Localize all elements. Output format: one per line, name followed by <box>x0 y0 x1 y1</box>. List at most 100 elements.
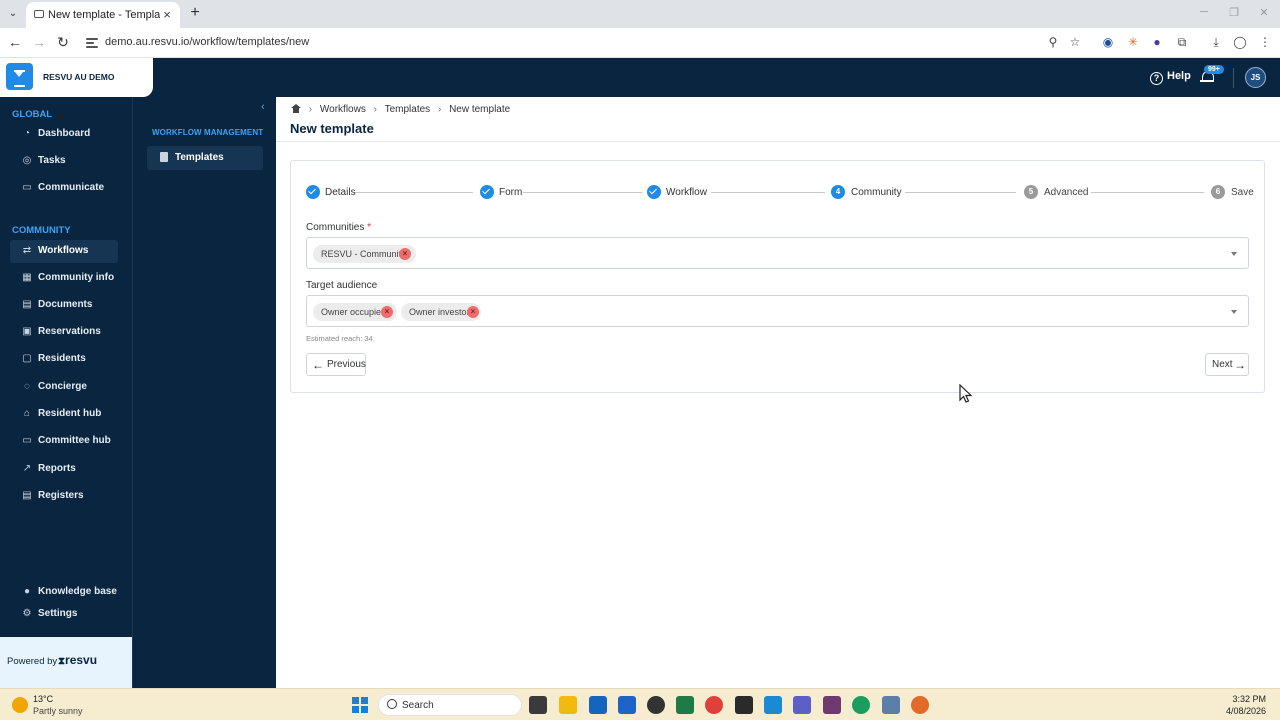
chrome-icon[interactable] <box>705 696 723 714</box>
weather-sun-icon[interactable] <box>12 697 28 713</box>
sidebar-item-tasks[interactable]: ◎ Tasks <box>10 150 118 173</box>
reservations-icon: ▣ <box>22 326 32 337</box>
extensions-puzzle-icon[interactable]: ⧉ <box>1175 35 1189 49</box>
word-icon[interactable] <box>618 696 636 714</box>
sidebar-item-label: Tasks <box>38 155 66 166</box>
dropdown-arrow-icon[interactable] <box>1231 252 1237 256</box>
remote-desktop-icon[interactable] <box>764 696 782 714</box>
collapse-sidebar-chevron-icon[interactable]: ‹ <box>261 101 265 113</box>
chip-label: RESVU - Community <box>321 249 406 259</box>
remove-chip-icon[interactable]: × <box>467 306 479 318</box>
start-windows-icon[interactable] <box>352 697 368 713</box>
sidebar-item-concierge[interactable]: ◌ Concierge <box>10 376 118 399</box>
breadcrumb-templates[interactable]: Templates <box>385 104 431 115</box>
app-header: RESVU AU DEMO ? Help <box>0 58 1280 97</box>
bookmark-star-icon[interactable]: ☆ <box>1068 35 1082 49</box>
sidebar-item-reports[interactable]: ↗ Reports <box>10 458 118 481</box>
tab-close-icon[interactable]: × <box>160 7 174 22</box>
help-icon: ? <box>1150 72 1163 85</box>
communicate-icon: ▭ <box>22 182 32 193</box>
snipping-tool-icon[interactable] <box>882 696 900 714</box>
forward-icon[interactable]: → <box>31 34 47 50</box>
minimize-icon[interactable]: ─ <box>1198 6 1210 18</box>
url-field[interactable]: demo.au.resvu.io/workflow/templates/new <box>105 36 309 48</box>
file-explorer-icon[interactable] <box>559 696 577 714</box>
extension-icon[interactable]: ✳ <box>1126 35 1140 49</box>
step-save[interactable]: Save <box>1231 187 1254 198</box>
step-save-number: 6 <box>1211 185 1225 199</box>
teams-icon[interactable] <box>793 696 811 714</box>
sidebar-item-label: Community info <box>38 272 115 283</box>
new-tab-icon[interactable]: + <box>187 4 203 22</box>
window-close-icon[interactable]: ✕ <box>1258 6 1270 19</box>
profile-extension-icon[interactable]: ● <box>1150 35 1164 49</box>
account-icon[interactable]: ◯ <box>1233 35 1247 49</box>
slack-icon[interactable] <box>823 696 841 714</box>
step-community[interactable]: Community <box>851 187 902 198</box>
breadcrumb-separator-icon: › <box>373 104 377 115</box>
step-form[interactable]: Form <box>499 187 522 198</box>
clock-time[interactable]: 3:32 PM <box>1232 694 1266 704</box>
target-audience-select[interactable]: Owner occupier × Owner investor × <box>306 295 1249 327</box>
sidebar-item-settings[interactable]: ⚙ Settings <box>10 603 118 626</box>
sidebar-item-resident-hub[interactable]: ⌂ Resident hub <box>10 403 118 426</box>
sidebar-item-workflows[interactable]: ⇄ Workflows <box>10 240 118 263</box>
sidebar-item-registers[interactable]: ▤ Registers <box>10 485 118 508</box>
claude-app-icon[interactable] <box>911 696 929 714</box>
next-button[interactable]: Next → <box>1205 353 1249 376</box>
documents-icon: ▤ <box>22 299 32 310</box>
download-icon[interactable]: ⤓ <box>1209 35 1223 49</box>
reload-icon[interactable]: ↻ <box>55 34 71 50</box>
org-switcher[interactable]: RESVU AU DEMO <box>0 58 153 97</box>
app-icon[interactable] <box>735 696 753 714</box>
previous-button[interactable]: ← Previous <box>306 353 366 376</box>
maximize-icon[interactable]: ❐ <box>1228 6 1240 19</box>
community-info-icon: ▦ <box>22 272 32 283</box>
password-extension-icon[interactable]: ◉ <box>1101 35 1115 49</box>
remove-chip-icon[interactable]: × <box>399 248 411 260</box>
target-audience-label: Target audience <box>306 280 378 291</box>
avatar[interactable]: JS <box>1245 67 1266 88</box>
communities-select[interactable]: RESVU - Community × <box>306 237 1249 269</box>
home-icon[interactable] <box>291 104 301 113</box>
dropdown-arrow-icon[interactable] <box>1231 310 1237 314</box>
templates-icon <box>160 152 168 162</box>
step-advanced[interactable]: Advanced <box>1044 187 1088 198</box>
sidebar-item-community-info[interactable]: ▦ Community info <box>10 267 118 290</box>
step-connector <box>1091 192 1204 193</box>
sidebar-item-documents[interactable]: ▤ Documents <box>10 294 118 317</box>
sidebar-item-label: Workflows <box>38 245 89 256</box>
site-info-icon[interactable] <box>86 36 98 48</box>
clock-date[interactable]: 4/08/2026 <box>1226 706 1266 716</box>
zoom-icon[interactable]: ⚲ <box>1046 35 1060 49</box>
tasks-icon: ◎ <box>22 155 32 166</box>
task-view-icon[interactable] <box>529 696 547 714</box>
help-button[interactable]: ? Help <box>1150 70 1191 85</box>
breadcrumb-workflows[interactable]: Workflows <box>320 104 366 115</box>
sidebar-item-label: Committee hub <box>38 435 111 446</box>
sidebar-item-label: Reservations <box>38 326 101 337</box>
sidebar-item-residents[interactable]: ▢ Residents <box>10 348 118 371</box>
sidebar-item-dashboard[interactable]: ◔ Dashboard <box>10 123 118 146</box>
tab-list-dropdown-icon[interactable]: ⌄ <box>4 5 22 23</box>
audience-chip: Owner occupier × <box>313 303 397 321</box>
sidebar-item-knowledge-base[interactable]: ● Knowledge base <box>10 581 118 604</box>
browser-tab[interactable]: New template - Templates - W × <box>26 2 180 28</box>
sidebar-item-committee-hub[interactable]: ▭ Committee hub <box>10 430 118 453</box>
remove-chip-icon[interactable]: × <box>381 306 393 318</box>
step-details[interactable]: Details <box>325 187 356 198</box>
subsidebar-item-templates[interactable]: Templates <box>147 146 263 170</box>
sidebar-item-reservations[interactable]: ▣ Reservations <box>10 321 118 344</box>
chrome-active-icon[interactable] <box>852 696 870 714</box>
excel-icon[interactable] <box>676 696 694 714</box>
back-icon[interactable]: ← <box>7 34 23 50</box>
sidebar-item-communicate[interactable]: ▭ Communicate <box>10 177 118 200</box>
taskbar-search-label: Search <box>402 700 434 711</box>
security-app-icon[interactable] <box>647 696 665 714</box>
taskbar-search[interactable]: Search <box>378 694 522 716</box>
sidebar-item-label: Concierge <box>38 381 87 392</box>
browser-menu-icon[interactable]: ⋮ <box>1258 35 1272 49</box>
step-workflow[interactable]: Workflow <box>666 187 707 198</box>
outlook-icon[interactable] <box>589 696 607 714</box>
os-taskbar: 13°C Partly sunny Search 3:32 PM 4/08/20… <box>0 688 1280 720</box>
